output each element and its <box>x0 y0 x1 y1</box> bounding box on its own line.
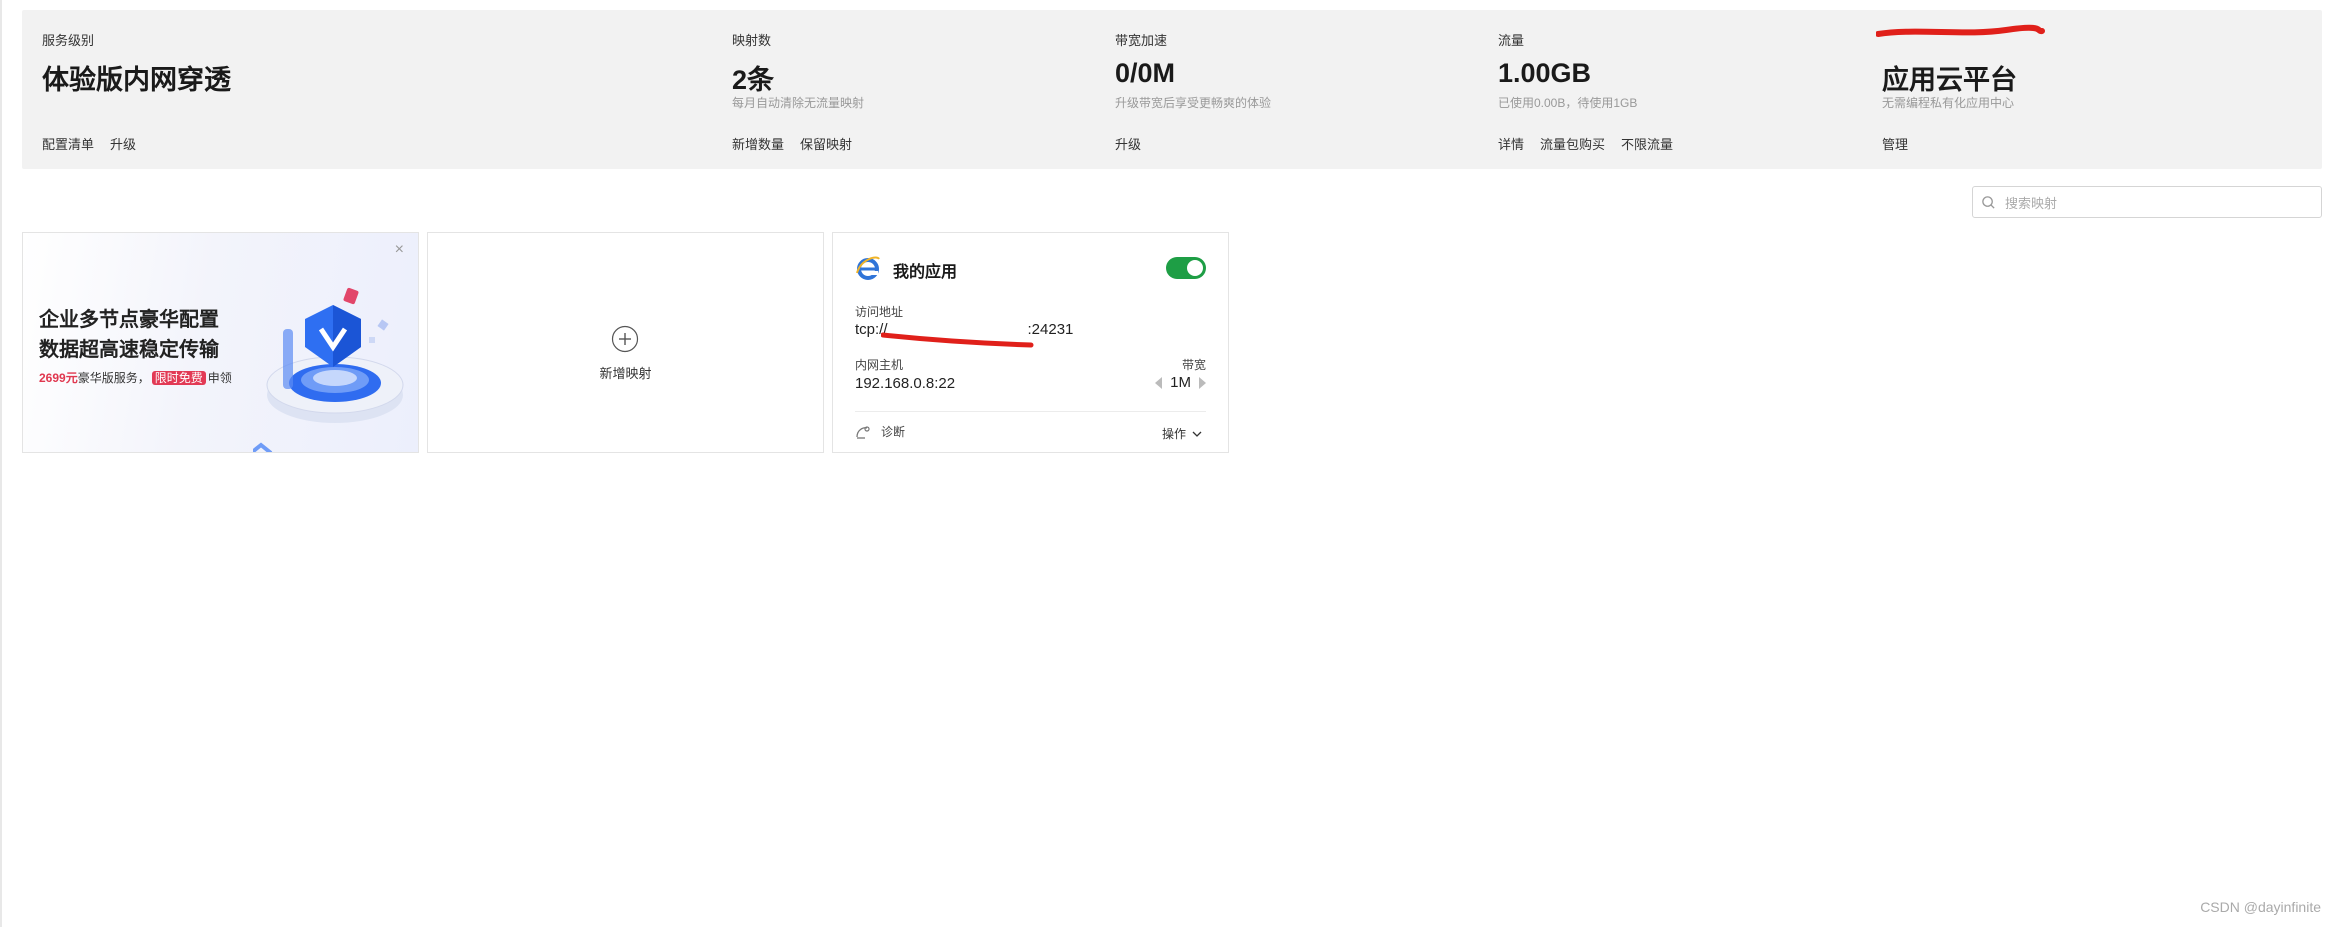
footer-watermark: CSDN @dayinfinite <box>2200 899 2321 915</box>
mappings-label: 映射数 <box>732 33 772 48</box>
bandwidth-field-label: 带宽 <box>1181 358 1206 372</box>
search-box <box>1972 186 2322 218</box>
keep-mapping-link[interactable]: 保留映射 <box>800 134 852 153</box>
bandwidth-stepper: 1M <box>1155 374 1206 391</box>
promo-title-line-1: 企业多节点豪华配置 <box>39 309 219 331</box>
promo-offer-text: 豪华版服务， <box>77 371 150 385</box>
browser-e-icon <box>856 256 880 280</box>
add-mapping-label: 新增映射 <box>599 366 652 381</box>
cloud-platform-actions: 管理 <box>1882 134 1908 153</box>
mappings-subtext: 每月自动清除无流量映射 <box>732 96 865 110</box>
bandwidth-value: 0/0M <box>1115 58 1176 88</box>
redaction-mark <box>1876 24 2045 37</box>
manage-link[interactable]: 管理 <box>1882 134 1908 153</box>
left-border <box>0 0 2 927</box>
upgrade-link[interactable]: 升级 <box>110 134 136 153</box>
config-list-link[interactable]: 配置清单 <box>42 134 94 153</box>
account-summary-panel: 服务级别 体验版内网穿透 配置清单 升级 映射数 2条 每月自动清除无流量映射 … <box>22 10 2322 169</box>
add-quantity-link[interactable]: 新增数量 <box>732 134 784 153</box>
increase-arrow-icon[interactable] <box>1199 376 1206 389</box>
card-divider <box>855 411 1206 412</box>
unlimited-traffic-link[interactable]: 不限流量 <box>1621 134 1673 153</box>
add-mapping-card[interactable]: 新增映射 <box>427 232 824 453</box>
mappings-value: 2条 <box>732 65 775 95</box>
bandwidth-label: 带宽加速 <box>1115 33 1168 48</box>
promo-offer: 2699元豪华版服务， 限时免费 申领 <box>39 369 232 386</box>
search-mapping-input[interactable] <box>2003 191 2312 215</box>
plus-circle-icon <box>611 325 639 353</box>
cloud-platform-value: 应用云平台 <box>1882 65 2017 95</box>
operations-dropdown[interactable]: 操作 <box>1162 425 1202 442</box>
free-tag-badge: 限时免费 <box>151 371 206 385</box>
chevron-down-icon <box>1192 431 1202 437</box>
host-value: 192.168.0.8:22 <box>855 375 956 392</box>
app-name: 我的应用 <box>893 264 958 281</box>
bandwidth-subtext: 升级带宽后享受更畅爽的体验 <box>1115 96 1272 110</box>
promo-price: 2699元 <box>39 371 78 385</box>
redaction-mark <box>881 332 1034 348</box>
enable-toggle[interactable] <box>1166 257 1206 279</box>
service-level-actions: 配置清单 升级 <box>42 134 136 153</box>
traffic-actions: 详情 流量包购买 不限流量 <box>1498 134 1673 153</box>
traffic-label: 流量 <box>1498 33 1525 48</box>
service-level-label: 服务级别 <box>42 33 95 48</box>
traffic-details-link[interactable]: 详情 <box>1498 134 1524 153</box>
host-label: 内网主机 <box>855 358 904 372</box>
bandwidth-actions: 升级 <box>1115 134 1141 153</box>
diagnose-icon <box>856 425 870 439</box>
promo-banner-card[interactable]: × 企业多节点豪华配置 数据超高速稳定传输 2699元豪华版服务， 限时免费 申领 <box>22 232 419 453</box>
diagnose-button[interactable]: 诊断 <box>855 423 905 440</box>
promo-illustration-icon <box>253 287 404 452</box>
promo-title: 企业多节点豪华配置 数据超高速稳定传输 <box>39 305 259 365</box>
mappings-actions: 新增数量 保留映射 <box>732 134 852 153</box>
search-icon <box>1982 196 1995 209</box>
decrease-arrow-icon[interactable] <box>1155 376 1163 389</box>
traffic-subtext: 已使用0.00B，待使用1GB <box>1498 96 1638 110</box>
operations-label: 操作 <box>1161 427 1186 441</box>
promo-title-line-2: 数据超高速稳定传输 <box>39 339 219 361</box>
bandwidth-upgrade-link[interactable]: 升级 <box>1115 134 1141 153</box>
service-level-value: 体验版内网穿透 <box>42 65 231 95</box>
bandwidth-field-value: 1M <box>1170 374 1191 391</box>
close-icon[interactable]: × <box>395 241 404 259</box>
toggle-knob <box>1187 260 1203 276</box>
traffic-value: 1.00GB <box>1498 58 1592 88</box>
traffic-package-link[interactable]: 流量包购买 <box>1540 134 1605 153</box>
mapping-card-my-app: 我的应用 访问地址 tcp://:24231 内网主机 带宽 192.168.0… <box>832 232 1229 453</box>
cloud-platform-subtext: 无需编程私有化应用中心 <box>1882 96 2015 110</box>
promo-claim-text: 申领 <box>207 371 232 385</box>
address-label: 访问地址 <box>855 305 904 319</box>
diagnose-label: 诊断 <box>881 425 906 439</box>
